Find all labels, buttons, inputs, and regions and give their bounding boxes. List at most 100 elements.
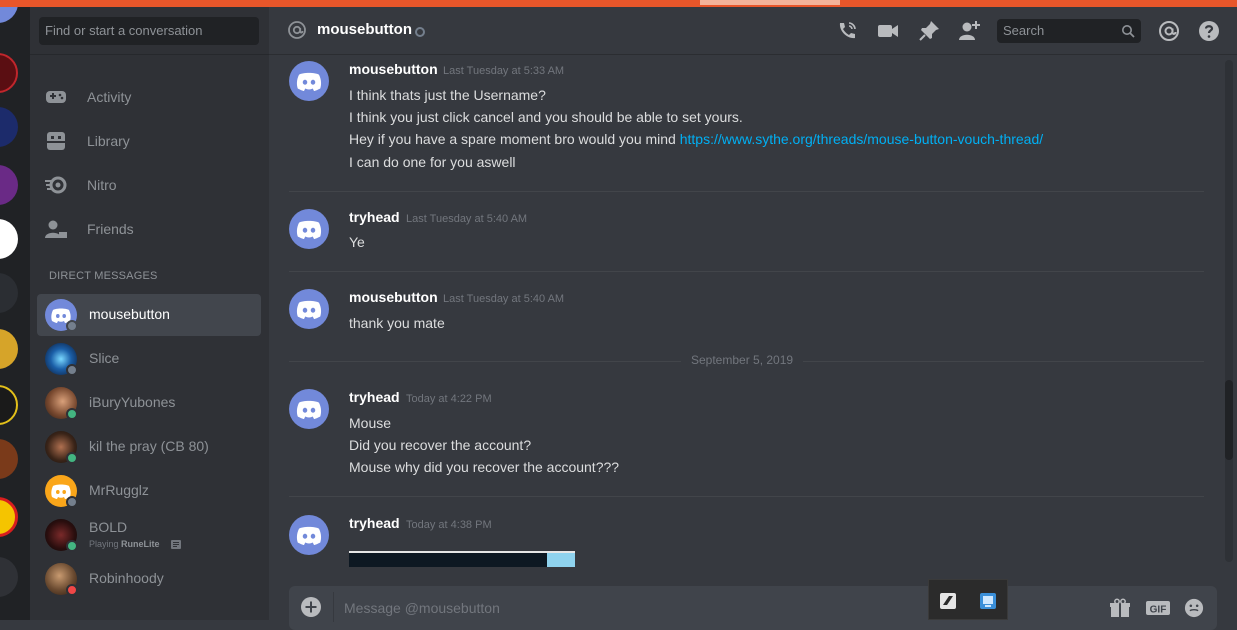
status-online: [66, 540, 78, 552]
dm-item-kil-the-pray[interactable]: kil the pray (CB 80): [37, 426, 261, 468]
message-text: Mouse why did you recover the account???: [349, 459, 620, 475]
direct-messages-header: DIRECT MESSAGES: [49, 270, 158, 282]
dm-name: Slice: [89, 350, 120, 366]
image-attachment[interactable]: [349, 551, 575, 567]
message-author[interactable]: tryhead: [349, 515, 400, 531]
server-icon[interactable]: [0, 385, 18, 425]
chat-header: mousebutton Search: [269, 7, 1237, 55]
mention-icon[interactable]: [1157, 19, 1181, 43]
status-online: [66, 452, 78, 464]
nav-label: Activity: [87, 89, 132, 105]
message-scrollbar[interactable]: [1225, 60, 1233, 562]
message-text: Hey if you have a spare moment bro would…: [349, 131, 1044, 147]
gamepad-icon: [46, 91, 66, 103]
nav-label: Library: [87, 133, 130, 149]
channel-name: mousebutton: [317, 21, 412, 38]
message-divider: [289, 496, 1204, 497]
dm-sidebar: Find or start a conversation Activity Li…: [30, 7, 269, 620]
find-conversation-input[interactable]: Find or start a conversation: [39, 17, 259, 45]
server-list: [0, 7, 30, 620]
message-composer[interactable]: Message @mousebutton GIF: [289, 586, 1217, 630]
server-icon[interactable]: [0, 165, 18, 205]
message-author[interactable]: mousebutton: [349, 61, 438, 77]
message-timestamp: Today at 4:22 PM: [406, 393, 492, 405]
message-group: tryhead Last Tuesday at 5:40 AM Ye: [289, 209, 1204, 259]
dm-activity: Playing RuneLite: [89, 539, 160, 549]
dm-item-bold[interactable]: BOLD Playing RuneLite: [37, 514, 261, 556]
dm-name: kil the pray (CB 80): [89, 438, 209, 454]
message-group: tryhead Today at 4:38 PM: [289, 515, 1204, 567]
status-offline: [66, 496, 78, 508]
gif-icon[interactable]: GIF: [1145, 598, 1171, 618]
avatar[interactable]: [289, 289, 329, 329]
status-offline: [66, 364, 78, 376]
message-text: Mouse: [349, 415, 392, 431]
search-input[interactable]: Search: [997, 19, 1141, 43]
server-icon[interactable]: [0, 329, 18, 369]
avatar[interactable]: [289, 389, 329, 429]
server-icon[interactable]: [0, 219, 18, 259]
at-icon: [288, 21, 306, 39]
message-author[interactable]: tryhead: [349, 389, 400, 405]
avatar[interactable]: [289, 515, 329, 555]
dm-name: BOLD: [89, 519, 128, 535]
dm-item-iburyyubones[interactable]: iBuryYubones: [37, 382, 261, 424]
message-text: thank you mate: [349, 315, 445, 331]
pin-icon[interactable]: [917, 19, 941, 43]
avatar[interactable]: [289, 61, 329, 101]
message-divider: [289, 191, 1204, 192]
dm-name: mousebutton: [89, 306, 170, 322]
app-tray-icon[interactable]: [939, 592, 957, 610]
server-icon[interactable]: [0, 53, 18, 93]
server-icon-home[interactable]: [0, 7, 18, 23]
scrollbar-thumb[interactable]: [1225, 380, 1233, 460]
dm-item-slice[interactable]: Slice: [37, 338, 261, 380]
dm-item-mousebutton[interactable]: mousebutton: [37, 294, 261, 336]
message-text: I think you just click cancel and you sh…: [349, 109, 743, 125]
message-text: Did you recover the account?: [349, 437, 532, 453]
message-timestamp: Last Tuesday at 5:40 AM: [443, 293, 565, 305]
message-author[interactable]: mousebutton: [349, 289, 438, 305]
message-group: mousebutton Last Tuesday at 5:33 AM I th…: [289, 61, 1204, 181]
dm-name: Robinhoody: [89, 570, 164, 586]
search-icon: [1122, 25, 1135, 38]
app-tray-icon[interactable]: [979, 592, 997, 610]
message-list: mousebutton Last Tuesday at 5:33 AM I th…: [269, 55, 1237, 567]
message-input[interactable]: Message @mousebutton: [344, 600, 500, 616]
taskbar-tray-popup: [928, 579, 1008, 620]
add-friend-icon[interactable]: [957, 19, 981, 43]
video-icon[interactable]: [876, 19, 900, 43]
message-author[interactable]: tryhead: [349, 209, 400, 225]
status-online: [66, 408, 78, 420]
activity-card-icon: [171, 540, 181, 549]
server-icon[interactable]: [0, 107, 18, 147]
message-timestamp: Last Tuesday at 5:40 AM: [406, 213, 528, 225]
call-icon[interactable]: [835, 19, 859, 43]
add-attachment-icon[interactable]: [301, 597, 321, 617]
nav-label: Nitro: [87, 177, 117, 193]
nav-library[interactable]: Library: [44, 123, 261, 159]
dm-item-mrrugglz[interactable]: MrRugglz: [37, 470, 261, 512]
nav-nitro[interactable]: Nitro: [44, 167, 261, 203]
nav-activity[interactable]: Activity: [44, 79, 261, 115]
server-icon[interactable]: [0, 439, 18, 479]
svg-text:GIF: GIF: [1150, 605, 1167, 616]
library-icon: [47, 132, 65, 150]
status-offline: [415, 27, 425, 37]
server-icon[interactable]: [0, 557, 18, 597]
message-link[interactable]: https://www.sythe.org/threads/mouse-butt…: [680, 131, 1043, 147]
status-dnd: [66, 584, 78, 596]
server-icon[interactable]: [0, 497, 18, 537]
nav-label: Friends: [87, 221, 134, 237]
message-text: I can do one for you aswell: [349, 154, 516, 170]
emoji-icon[interactable]: [1183, 598, 1205, 618]
message-group: tryhead Today at 4:22 PM Mouse Did you r…: [289, 389, 1204, 479]
help-icon[interactable]: [1197, 19, 1221, 43]
nav-friends[interactable]: Friends: [44, 211, 261, 247]
message-timestamp: Today at 4:38 PM: [406, 519, 492, 531]
avatar[interactable]: [289, 209, 329, 249]
dm-item-robinhoody[interactable]: Robinhoody: [37, 558, 261, 600]
server-icon[interactable]: [0, 273, 18, 313]
message-group: mousebutton Last Tuesday at 5:40 AM than…: [289, 289, 1204, 339]
gift-icon[interactable]: [1109, 598, 1131, 618]
